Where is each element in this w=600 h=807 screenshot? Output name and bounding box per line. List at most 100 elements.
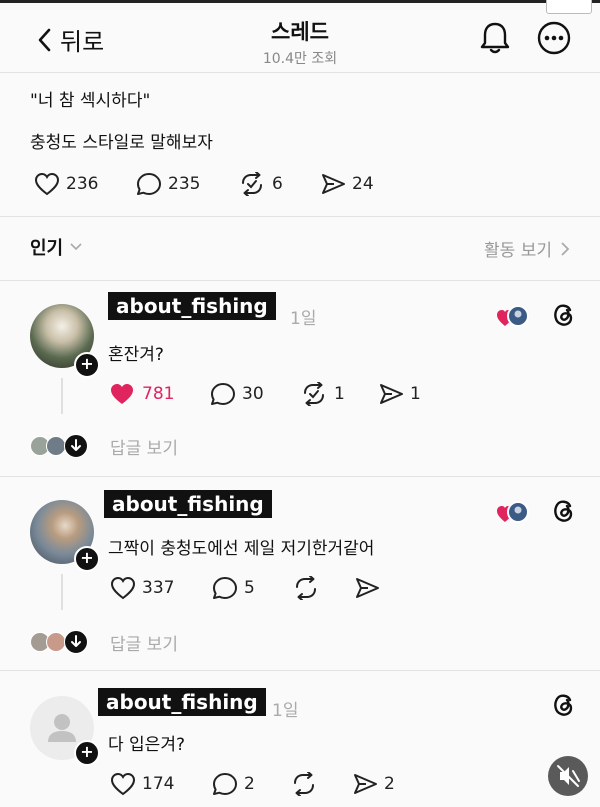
comment-1-share-button[interactable]: 1 — [378, 382, 421, 406]
repost-icon — [304, 382, 324, 406]
comment-1-time: 1일 — [290, 309, 317, 329]
comment-3-follow-button[interactable]: + — [74, 740, 100, 766]
comment-2-follow-button[interactable]: + — [74, 546, 100, 572]
comment-3-like-button[interactable]: 174 — [110, 772, 174, 796]
mute-icon — [557, 765, 580, 787]
post-comment-count: 235 — [168, 174, 201, 194]
post-share-count: 24 — [352, 174, 374, 194]
comment-2-username[interactable]: about_fishing — [104, 490, 272, 518]
notifications-button[interactable] — [478, 20, 512, 60]
comment-3-threads-button[interactable] — [552, 692, 576, 722]
comment-icon — [211, 383, 235, 405]
comment-3-time: 1일 — [272, 701, 299, 721]
comment-1-follow-button[interactable]: + — [74, 352, 100, 378]
top-edge-bar — [0, 0, 600, 3]
post-like-button[interactable]: 236 — [34, 172, 98, 196]
comment-2-divider — [0, 670, 600, 671]
comment-1-share-count: 1 — [410, 384, 421, 404]
comment-1-replier-avatars — [30, 434, 94, 458]
sort-dropdown[interactable]: 인기 — [30, 234, 83, 260]
comment-icon — [213, 773, 237, 795]
chevron-down-icon — [70, 243, 82, 251]
plus-icon: + — [80, 354, 94, 373]
comment-2-replier-avatars — [30, 630, 94, 654]
comment-2-view-replies[interactable]: 답글 보기 — [110, 630, 178, 655]
share-icon — [380, 384, 403, 404]
comment-1-username[interactable]: about_fishing — [108, 292, 276, 320]
comment-2-text: 그짝이 충청도에선 제일 저기한거같어 — [108, 539, 375, 559]
header-divider — [0, 72, 600, 73]
comment-2-comment-count: 5 — [244, 578, 255, 598]
comment-1-liked-by-author — [496, 304, 530, 334]
activity-link[interactable]: 활동 보기 — [484, 236, 570, 261]
comment-3-text: 다 입은겨? — [108, 735, 185, 755]
heart-icon — [34, 172, 60, 196]
expand-replies-icon — [64, 630, 88, 654]
repost-icon — [242, 172, 262, 196]
repost-icon — [294, 772, 314, 796]
post-text-line2: 충청도 스타일로 말해보자 — [30, 133, 213, 153]
post-comment-button[interactable]: 235 — [136, 172, 200, 196]
comment-3-comment-count: 2 — [244, 774, 255, 794]
comment-2-thread-line — [61, 574, 63, 610]
author-liked-icon — [497, 501, 529, 523]
comment-2-liked-by-author — [496, 500, 530, 530]
mute-button[interactable] — [548, 756, 588, 796]
comment-1-divider — [0, 476, 600, 477]
author-liked-icon — [497, 305, 529, 327]
chevron-right-icon — [561, 241, 570, 256]
comment-1-like-count: 781 — [142, 384, 175, 404]
comment-1-threads-button[interactable] — [552, 302, 576, 332]
comment-1-repost-button[interactable]: 1 — [300, 382, 345, 406]
heart-icon — [110, 772, 136, 796]
replier-avatar — [46, 436, 66, 456]
post-text-line1: "너 참 섹시하다" — [30, 91, 151, 111]
post-repost-button[interactable]: 6 — [238, 172, 283, 196]
post-repost-count: 6 — [272, 174, 283, 194]
comment-2-threads-button[interactable] — [552, 498, 576, 528]
share-icon — [356, 578, 379, 598]
plus-icon: + — [80, 548, 94, 567]
comment-3-share-count: 2 — [384, 774, 395, 794]
threads-icon — [554, 500, 573, 522]
share-icon — [322, 174, 345, 194]
threads-icon — [554, 694, 573, 716]
threads-icon — [554, 304, 573, 326]
comment-3-share-button[interactable]: 2 — [352, 772, 395, 796]
repost-icon — [296, 576, 316, 600]
post-divider — [0, 216, 600, 217]
comment-2-like-button[interactable]: 337 — [110, 576, 174, 600]
post-share-button[interactable]: 24 — [320, 172, 374, 196]
comment-1-repost-count: 1 — [334, 384, 345, 404]
comment-2-like-count: 337 — [142, 578, 175, 598]
share-icon — [354, 774, 377, 794]
plus-icon: + — [80, 742, 94, 761]
comment-3-repost-button[interactable] — [290, 772, 318, 796]
more-options-button[interactable] — [536, 20, 572, 60]
activity-label: 활동 보기 — [484, 241, 552, 261]
corner-tag — [546, 0, 592, 14]
comment-icon — [213, 577, 237, 599]
comment-3-username[interactable]: about_fishing — [98, 688, 266, 716]
more-icon — [537, 21, 571, 55]
heart-icon — [111, 384, 133, 404]
bell-icon — [480, 22, 510, 54]
post-like-count: 236 — [66, 174, 99, 194]
comment-1-view-replies[interactable]: 답글 보기 — [110, 434, 178, 459]
replier-avatar — [46, 632, 66, 652]
comment-3-like-count: 174 — [142, 774, 175, 794]
comment-3-comment-button[interactable]: 2 — [212, 772, 255, 796]
comment-icon — [137, 173, 161, 195]
comment-1-comment-button[interactable]: 30 — [210, 382, 264, 406]
comment-1-like-button[interactable]: 781 — [108, 382, 174, 406]
expand-replies-icon — [64, 434, 88, 458]
sort-label: 인기 — [30, 238, 64, 259]
comment-1-text: 혼잔겨? — [108, 345, 164, 365]
comment-2-share-button[interactable] — [354, 576, 380, 600]
heart-icon — [110, 576, 136, 600]
comment-2-comment-button[interactable]: 5 — [212, 576, 255, 600]
comment-1-comment-count: 30 — [242, 384, 264, 404]
sort-divider — [0, 280, 600, 281]
comment-2-repost-button[interactable] — [292, 576, 320, 600]
comment-1-thread-line — [61, 378, 63, 414]
